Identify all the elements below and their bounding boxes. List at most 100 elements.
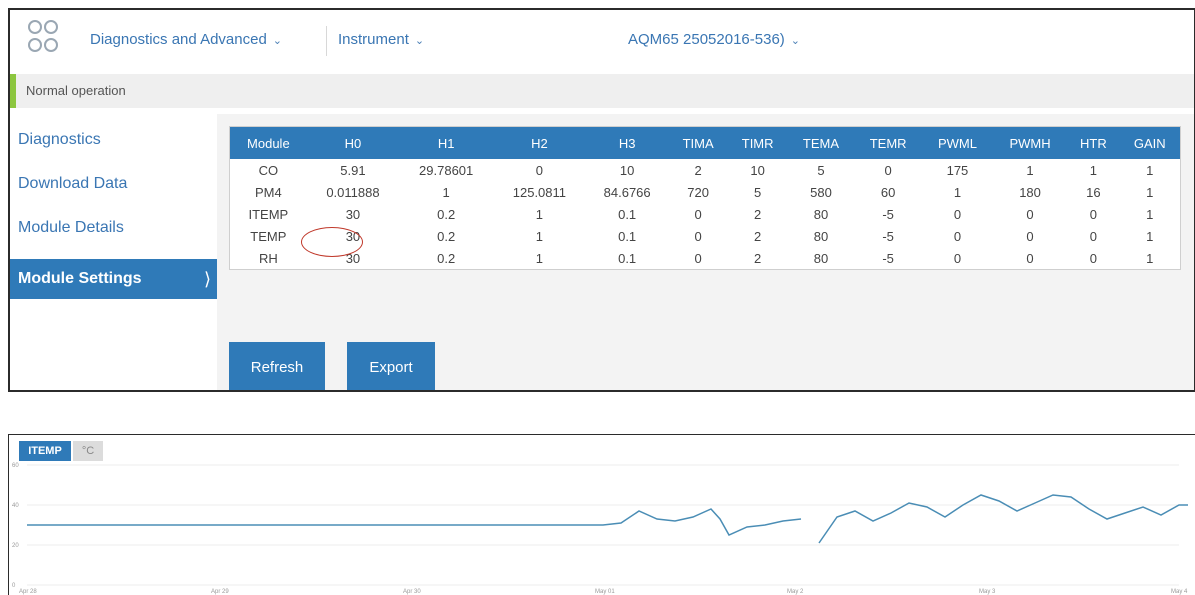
table-cell: 1 — [1146, 250, 1154, 266]
table-cell: 0 — [1026, 228, 1034, 244]
column-header-module: Module — [229, 126, 307, 159]
table-cell: 1 — [1146, 184, 1154, 200]
table-cell: 0 — [1089, 206, 1097, 222]
table-cell: 0 — [1026, 206, 1034, 222]
table-cell: 1 — [535, 206, 543, 222]
sidebar-item-download-data[interactable]: Download Data — [10, 164, 217, 204]
chevron-right-icon: ⟩ — [203, 269, 211, 289]
table-cell: 0.1 — [618, 250, 637, 266]
nav-divider — [326, 26, 327, 56]
table-cell: 720 — [687, 184, 709, 200]
table-cell: ITEMP — [248, 206, 289, 222]
table-cell: -5 — [882, 206, 894, 222]
table-cell: 10 — [750, 162, 765, 178]
app-logo-icon — [28, 20, 62, 60]
table-cell: 2 — [754, 206, 762, 222]
status-bar: Normal operation — [10, 74, 1194, 108]
x-tick-label: Apr 28 — [19, 589, 37, 595]
sidebar-item-label: Diagnostics — [18, 131, 101, 148]
nav-diagnostics-advanced-menu[interactable]: Diagnostics and Advanced ⌄ — [90, 31, 282, 48]
table-cell: -5 — [882, 228, 894, 244]
table-cell: 1 — [1089, 162, 1097, 178]
table-cell: 30 — [345, 206, 361, 222]
table-cell: 1 — [535, 250, 543, 266]
nav-instrument-label: Instrument — [338, 31, 409, 48]
table-cell: 1 — [1146, 206, 1154, 222]
table-cell: 0.2 — [437, 206, 456, 222]
table-cell: 580 — [810, 184, 832, 200]
table-cell: 125.0811 — [512, 184, 567, 200]
instrument-selector[interactable]: AQM65 25052016-536) ⌄ — [628, 31, 800, 48]
instrument-selector-label: AQM65 25052016-536) — [628, 31, 785, 48]
table-cell: 5 — [817, 162, 825, 178]
module-settings-content: Module H0 H1 H2 H3 TIMA TIMR TEMA TEMR PWML PWMH HT… — [217, 114, 1194, 390]
table-cell: 0.2 — [437, 250, 456, 266]
table-header-row: Module H0 H1 H2 H3 TIMA TIMR TEMA TEMR PWML PWMH HT… — [229, 126, 1181, 159]
sidebar: Diagnostics Download Data Module Details… — [10, 114, 217, 390]
table-cell: 0 — [1089, 228, 1097, 244]
table-cell: 0 — [953, 250, 962, 266]
top-navigation-bar: Diagnostics and Advanced ⌄ Instrument ⌄ AQ… — [10, 10, 1194, 72]
table-cell: 0 — [884, 162, 892, 178]
module-settings-panel: Diagnostics and Advanced ⌄ Instrument ⌄ AQ… — [8, 8, 1195, 392]
nav-instrument-menu[interactable]: Instrument ⌄ — [338, 31, 424, 48]
x-tick-label: May 4 — [1171, 589, 1188, 595]
table-cell: PM4 — [254, 184, 282, 200]
refresh-button[interactable]: Refresh — [229, 342, 325, 390]
module-settings-table: Module H0 H1 H2 H3 TIMA TIMR TEMA TEMR PWML PWMH HT… — [229, 126, 1181, 270]
table-cell: 180 — [1019, 184, 1041, 200]
column-header-temr: TEMR — [854, 126, 922, 159]
itemp-chart-panel: ITEMP °C 0 20 40 60 Apr 28 Apr 29 Apr 30 May 01… — [8, 434, 1195, 595]
table-cell: 0 — [694, 206, 702, 222]
table-cell: 0.1 — [618, 228, 637, 244]
table-cell: 80 — [813, 228, 829, 244]
table-cell: 2 — [754, 228, 762, 244]
table-cell: 0 — [1026, 250, 1034, 266]
sidebar-item-label: Module Settings — [18, 270, 142, 287]
chart-tab-itemp[interactable]: ITEMP — [19, 441, 71, 461]
table-cell: CO — [258, 162, 279, 178]
table-cell: 1 — [1146, 228, 1154, 244]
sidebar-item-diagnostics[interactable]: Diagnostics — [10, 120, 217, 160]
table-cell: 0 — [1089, 250, 1097, 266]
table-row: RH 30 0.2 1 0.1 0 2 80 -5 0 0 0 1 — [230, 247, 1181, 270]
column-header-pwmh: PWMH — [992, 126, 1068, 159]
table-cell: 0 — [694, 228, 702, 244]
itemp-line-chart: 0 20 40 60 Apr 28 Apr 29 Apr 30 May 01 May 2 May … — [12, 463, 1188, 595]
table-cell: 1 — [1026, 162, 1034, 178]
x-tick-label: May 01 — [595, 589, 615, 595]
table-cell: 10 — [619, 162, 635, 178]
sidebar-item-module-settings[interactable]: Module Settings ⟩ — [10, 259, 217, 299]
column-header-timr: TIMR — [727, 126, 788, 159]
table-cell: 5.91 — [340, 162, 366, 178]
x-tick-label: May 3 — [979, 589, 996, 595]
itemp-series-line — [27, 508, 802, 536]
table-cell: 0 — [953, 206, 962, 222]
y-tick-label: 0 — [12, 583, 16, 589]
table-cell: 30 — [345, 228, 361, 244]
y-tick-label: 40 — [12, 503, 19, 509]
table-cell: 0.011888 — [326, 184, 380, 200]
chevron-down-icon: ⌄ — [414, 35, 425, 47]
y-tick-label: 60 — [12, 463, 19, 469]
table-body: CO 5.91 29.78601 0 10 2 10 5 0 175 1 1 1 PM4 0.011888 1… — [230, 159, 1181, 270]
column-header-tima: TIMA — [668, 126, 728, 159]
table-cell: 1 — [1146, 162, 1154, 178]
table-cell: 84.6766 — [603, 184, 651, 200]
table-cell: 2 — [754, 250, 762, 266]
export-button[interactable]: Export — [347, 342, 435, 390]
table-cell: 29.78601 — [419, 162, 474, 178]
status-text: Normal operation — [26, 83, 126, 98]
sidebar-item-module-details[interactable]: Module Details — [10, 208, 217, 248]
table-cell: 0 — [953, 228, 962, 244]
table-cell: 0.2 — [437, 228, 456, 244]
table-row: TEMP 30 0.2 1 0.1 0 2 80 -5 0 0 0 1 — [230, 225, 1181, 247]
chart-unit-toggle[interactable]: °C — [73, 441, 103, 461]
x-tick-label: Apr 30 — [403, 589, 421, 595]
table-cell: 30 — [345, 250, 361, 266]
table-cell: 80 — [813, 250, 829, 266]
table-cell: 5 — [754, 184, 762, 200]
column-header-htr: HTR — [1067, 126, 1120, 159]
table-cell: 175 — [946, 162, 969, 178]
column-header-h1: H1 — [399, 126, 494, 159]
